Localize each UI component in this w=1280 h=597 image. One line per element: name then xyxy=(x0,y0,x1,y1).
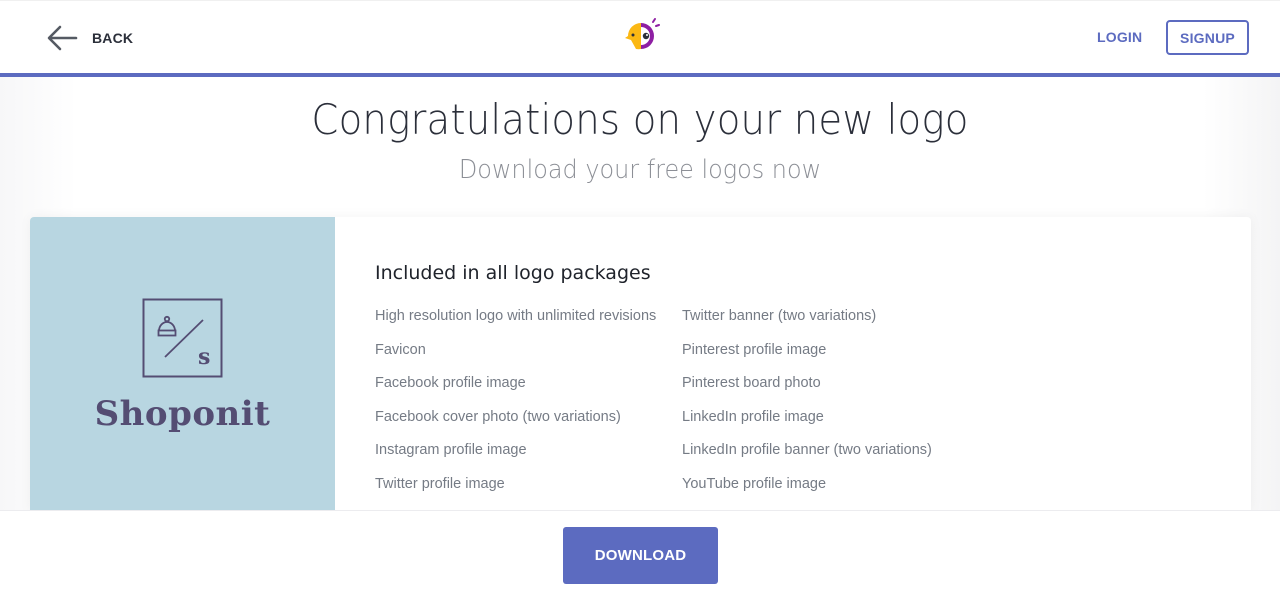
logo-monogram-mark: s xyxy=(142,298,223,378)
parrot-logo-icon[interactable] xyxy=(620,17,662,53)
arrow-left-icon xyxy=(47,25,78,51)
monogram-letter: s xyxy=(198,344,210,370)
login-link[interactable]: LOGIN xyxy=(1097,29,1142,45)
feature-item: Twitter banner (two variations) xyxy=(682,308,877,324)
feature-item: High resolution logo with unlimited revi… xyxy=(375,308,657,324)
feature-item: LinkedIn profile image xyxy=(682,408,824,425)
package-title: Included in all logo packages xyxy=(375,262,651,284)
signup-button[interactable]: SIGNUP xyxy=(1166,20,1249,55)
beanie-hat-icon xyxy=(157,315,177,337)
feature-item: Favicon xyxy=(375,341,426,358)
download-footer: DOWNLOAD xyxy=(0,510,1280,597)
back-label: BACK xyxy=(92,30,134,46)
feature-item: Twitter profile image xyxy=(375,475,505,492)
top-navigation-bar: BACK LOGIN SIGNUP xyxy=(0,0,1280,73)
feature-item: YouTube profile image xyxy=(682,475,827,492)
page-subtitle: Download your free logos now xyxy=(458,155,822,185)
feature-item: Instagram profile image xyxy=(375,442,527,459)
back-button[interactable]: BACK xyxy=(46,23,133,53)
feature-column-2: Twitter banner (two variations) Pinteres… xyxy=(682,308,932,510)
logo-preview[interactable]: s Shoponit xyxy=(30,217,335,512)
logo-brand-name: Shoponit xyxy=(94,394,271,434)
feature-column-1: High resolution logo with unlimited revi… xyxy=(375,308,656,510)
page-title: Congratulations on your new logo xyxy=(311,95,969,144)
download-button[interactable]: DOWNLOAD xyxy=(563,527,718,584)
logo-package-card: s Shoponit Included in all logo packages… xyxy=(30,217,1251,512)
feature-item: LinkedIn profile banner (two variations) xyxy=(682,442,932,459)
feature-item: Pinterest board photo xyxy=(682,375,821,392)
feature-item: Facebook profile image xyxy=(375,375,526,392)
feature-item: Facebook cover photo (two variations) xyxy=(375,408,621,425)
feature-item: Pinterest profile image xyxy=(682,341,827,358)
